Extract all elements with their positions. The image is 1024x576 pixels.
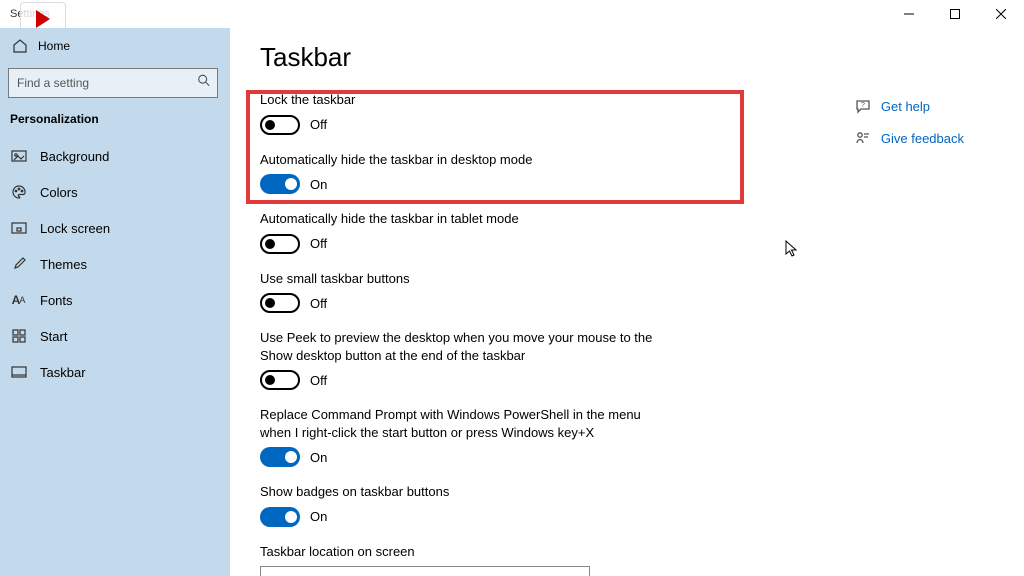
sidebar-item-taskbar[interactable]: Taskbar (8, 354, 222, 390)
sidebar-item-label: Fonts (40, 293, 73, 308)
toggle-state: On (310, 509, 327, 524)
category-title: Personalization (10, 112, 222, 126)
search-icon (197, 74, 211, 93)
help-link-label: Get help (881, 99, 930, 114)
image-icon (10, 147, 28, 165)
setting-powershell: Replace Command Prompt with Windows Powe… (260, 406, 660, 467)
feedback-icon (855, 130, 871, 146)
sidebar-item-label: Themes (40, 257, 87, 272)
setting-autohide-tablet: Automatically hide the taskbar in tablet… (260, 210, 660, 254)
fonts-icon: AA (10, 291, 28, 309)
setting-label: Use small taskbar buttons (260, 270, 660, 288)
toggle-state: Off (310, 296, 327, 311)
maximize-button[interactable] (932, 0, 978, 28)
setting-label: Automatically hide the taskbar in deskto… (260, 151, 660, 169)
setting-badges: Show badges on taskbar buttons On (260, 483, 660, 527)
setting-label: Taskbar location on screen (260, 543, 660, 561)
svg-text:?: ? (861, 102, 865, 109)
setting-lock-taskbar: Lock the taskbar Off (260, 91, 660, 135)
sidebar: Home Personalization Background (0, 28, 230, 576)
sidebar-item-background[interactable]: Background (8, 138, 222, 174)
sidebar-item-lockscreen[interactable]: Lock screen (8, 210, 222, 246)
sidebar-item-themes[interactable]: Themes (8, 246, 222, 282)
home-link[interactable]: Home (8, 28, 222, 60)
toggle-state: On (310, 177, 327, 192)
sidebar-item-label: Start (40, 329, 67, 344)
home-label: Home (38, 39, 70, 53)
window-title: Settings (10, 8, 50, 20)
taskbar-icon (10, 363, 28, 381)
home-icon (10, 36, 30, 56)
main-content: Taskbar Lock the taskbar Off Automatical… (230, 28, 1024, 576)
get-help-link[interactable]: ? Get help (855, 98, 964, 114)
toggle-powershell[interactable] (260, 447, 300, 467)
brush-icon (10, 255, 28, 273)
dropdown-taskbar-location[interactable]: Bottom (260, 566, 590, 576)
toggle-state: On (310, 450, 327, 465)
sidebar-item-label: Taskbar (40, 365, 86, 380)
settings-window: SUBSCRIBE Settings Home (0, 0, 1024, 576)
start-icon (10, 327, 28, 345)
window-controls (886, 0, 1024, 28)
palette-icon (10, 183, 28, 201)
minimize-button[interactable] (886, 0, 932, 28)
help-panel: ? Get help Give feedback (855, 98, 964, 146)
nav-list: Background Colors Lock screen Themes AA … (8, 138, 222, 390)
sidebar-item-colors[interactable]: Colors (8, 174, 222, 210)
give-feedback-link[interactable]: Give feedback (855, 130, 964, 146)
setting-label: Show badges on taskbar buttons (260, 483, 660, 501)
sidebar-item-label: Background (40, 149, 109, 164)
setting-taskbar-location: Taskbar location on screen Bottom (260, 543, 660, 576)
toggle-small-buttons[interactable] (260, 293, 300, 313)
toggle-autohide-desktop[interactable] (260, 174, 300, 194)
setting-label: Replace Command Prompt with Windows Powe… (260, 406, 660, 441)
setting-label: Lock the taskbar (260, 91, 660, 109)
sidebar-item-label: Colors (40, 185, 78, 200)
page-title: Taskbar (260, 42, 994, 73)
titlebar: Settings (0, 0, 1024, 28)
cursor-pointer-icon (785, 240, 799, 258)
setting-label: Automatically hide the taskbar in tablet… (260, 210, 660, 228)
toggle-state: Off (310, 236, 327, 251)
sidebar-item-label: Lock screen (40, 221, 110, 236)
sidebar-item-start[interactable]: Start (8, 318, 222, 354)
chat-help-icon: ? (855, 98, 871, 114)
setting-label: Use Peek to preview the desktop when you… (260, 329, 660, 364)
setting-peek: Use Peek to preview the desktop when you… (260, 329, 660, 390)
toggle-peek[interactable] (260, 370, 300, 390)
toggle-state: Off (310, 117, 327, 132)
toggle-badges[interactable] (260, 507, 300, 527)
setting-small-buttons: Use small taskbar buttons Off (260, 270, 660, 314)
sidebar-item-fonts[interactable]: AA Fonts (8, 282, 222, 318)
lockscreen-icon (10, 219, 28, 237)
toggle-state: Off (310, 373, 327, 388)
toggle-lock-taskbar[interactable] (260, 115, 300, 135)
close-button[interactable] (978, 0, 1024, 28)
search-input[interactable] (9, 69, 217, 97)
search-box[interactable] (8, 68, 218, 98)
setting-autohide-desktop: Automatically hide the taskbar in deskto… (260, 151, 660, 195)
help-link-label: Give feedback (881, 131, 964, 146)
toggle-autohide-tablet[interactable] (260, 234, 300, 254)
